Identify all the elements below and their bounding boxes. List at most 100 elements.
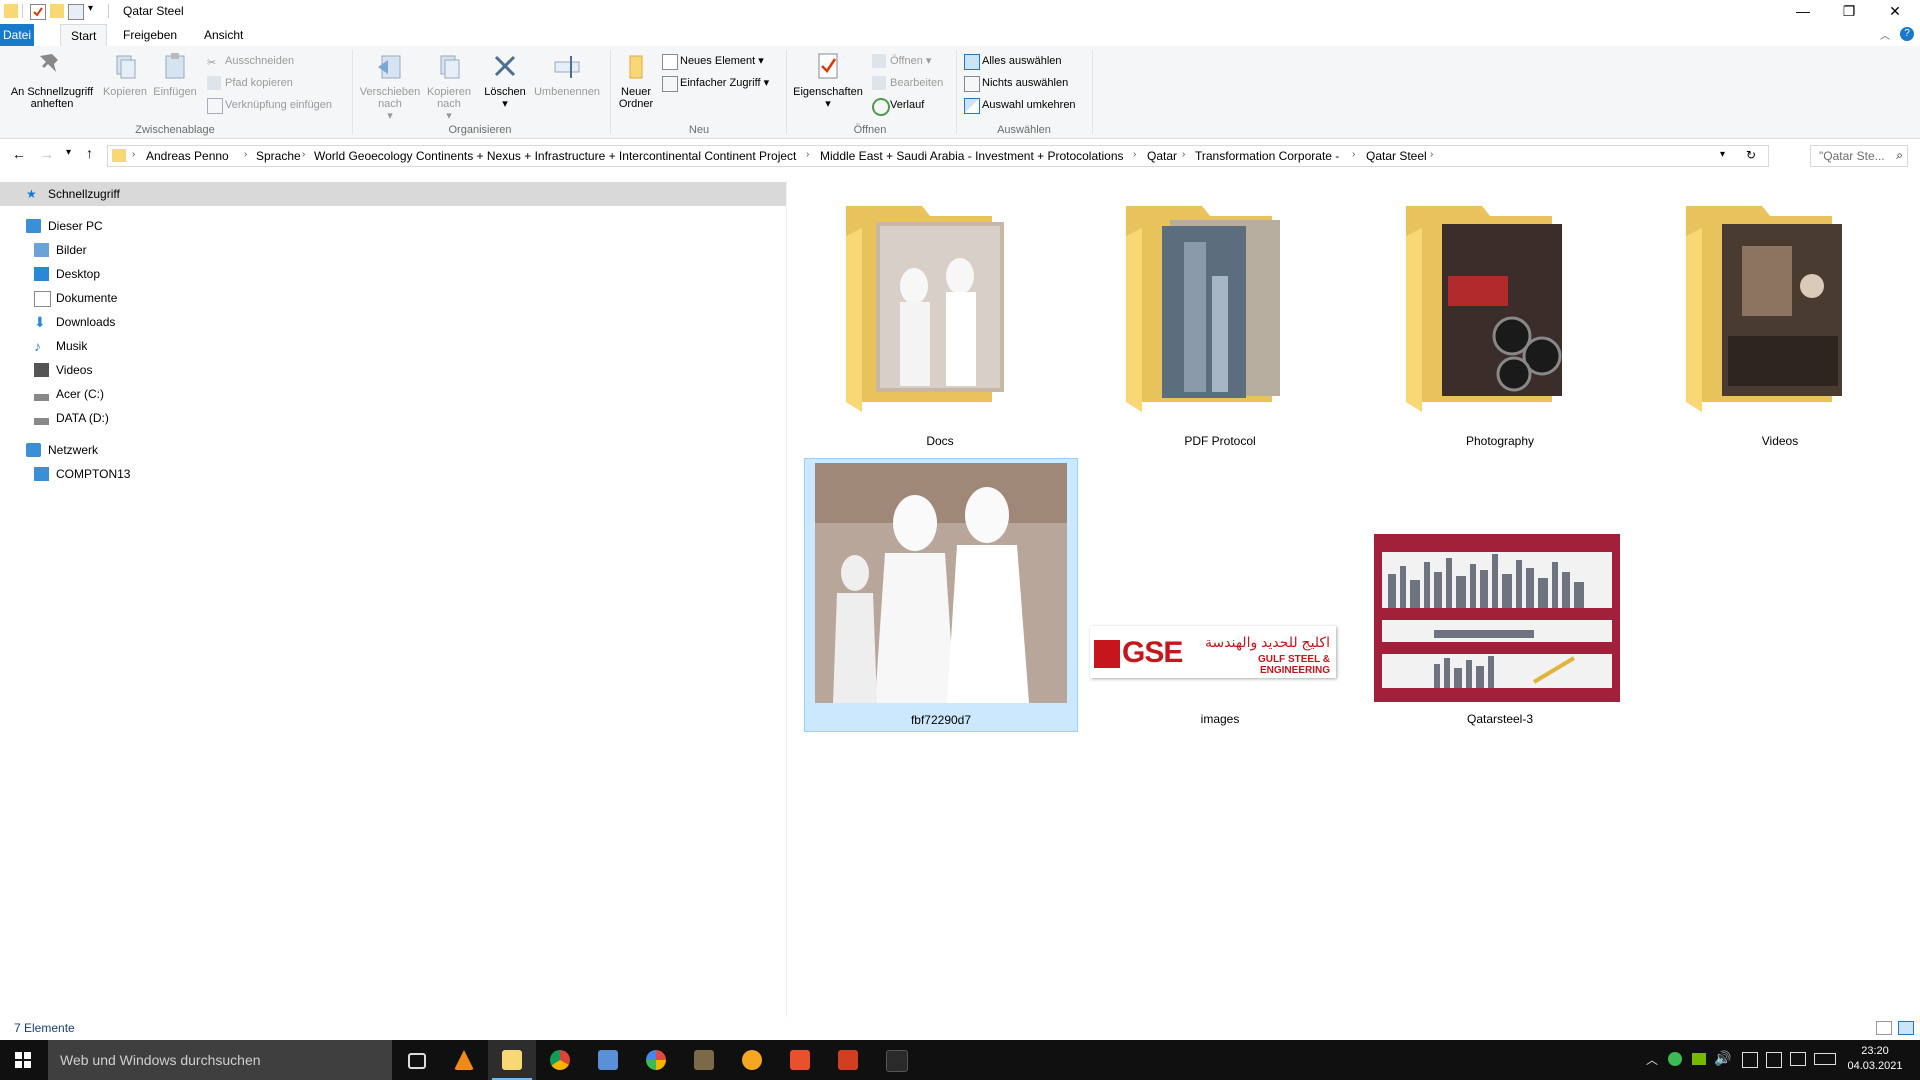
security-status-icon[interactable]: [1668, 1052, 1682, 1066]
breadcrumb-item[interactable]: Middle East + Saudi Arabia - Investment …: [820, 149, 1124, 163]
search-box[interactable]: "Qatar Ste... ⌕: [1810, 145, 1908, 167]
taskbar-app-explorer[interactable]: [488, 1040, 536, 1080]
invert-selection-icon: [964, 98, 980, 114]
display-icon[interactable]: [1766, 1052, 1782, 1068]
rename-button[interactable]: Umbenennen: [530, 50, 604, 98]
properties-button[interactable]: Eigenschaften ▾: [790, 50, 866, 110]
maximize-button[interactable]: ❐: [1826, 0, 1872, 24]
rename-label: Umbenennen: [533, 86, 601, 98]
dropdown-icon: ▾: [387, 110, 393, 122]
copy-path-button[interactable]: Pfad kopieren: [205, 74, 293, 92]
image-item-fbf72290d7[interactable]: fbf72290d7: [804, 458, 1078, 732]
tab-view[interactable]: Ansicht: [194, 24, 253, 46]
new-folder-quick-icon[interactable]: [50, 4, 64, 18]
pin-label: An Schnellzugriff anheften: [10, 86, 94, 110]
minimize-button[interactable]: —: [1780, 0, 1826, 24]
taskbar-search-box[interactable]: Web und Windows durchsuchen: [48, 1040, 392, 1080]
breadcrumb-item[interactable]: Qatar: [1147, 149, 1177, 163]
taskbar-app-chrome[interactable]: [536, 1040, 584, 1080]
copy-button[interactable]: Kopieren: [100, 50, 150, 98]
tab-start[interactable]: Start: [60, 24, 108, 47]
folder-item-photography[interactable]: Photography: [1364, 180, 1636, 452]
folder-item-videos[interactable]: Videos: [1644, 180, 1916, 452]
large-icons-view-icon[interactable]: [1898, 1021, 1914, 1035]
nav-label: Netzwerk: [48, 443, 99, 457]
move-to-button[interactable]: Verschieben nach ▾: [356, 50, 424, 122]
keyboard-icon[interactable]: [1814, 1053, 1836, 1065]
recent-locations-dropdown-icon[interactable]: ▾: [66, 147, 71, 158]
customize-quick-icon[interactable]: [68, 4, 84, 20]
taskbar-app-editor[interactable]: [824, 1040, 872, 1080]
help-icon[interactable]: ?: [1900, 27, 1914, 41]
notification-message-icon[interactable]: [1790, 1052, 1806, 1066]
select-all-icon: [964, 54, 980, 70]
copy-to-button[interactable]: Kopieren nach ▾: [424, 50, 474, 122]
back-arrow-icon[interactable]: ←: [12, 146, 26, 162]
show-hidden-icons-icon[interactable]: ︿: [1646, 1051, 1658, 1068]
breadcrumb-item[interactable]: World Geoecology Continents + Nexus + In…: [314, 149, 796, 163]
select-none-button[interactable]: Nichts auswählen: [962, 74, 1068, 92]
volume-icon[interactable]: 🔊: [1714, 1050, 1731, 1067]
forward-arrow-icon[interactable]: →: [40, 146, 54, 162]
taskbar-app-vlc[interactable]: [440, 1040, 488, 1080]
scissors-icon: ✂: [207, 57, 217, 69]
tab-file[interactable]: Datei: [0, 24, 34, 46]
history-button[interactable]: Verlauf: [870, 96, 924, 116]
easy-access-button[interactable]: Einfacher Zugriff ▾: [660, 74, 769, 92]
tab-share[interactable]: Freigeben: [113, 24, 187, 46]
nvidia-icon[interactable]: [1692, 1053, 1706, 1065]
collapse-ribbon-icon[interactable]: ︿: [1880, 27, 1890, 42]
delete-button[interactable]: Löschen ▾: [480, 50, 530, 110]
network-status-icon[interactable]: [1742, 1052, 1758, 1068]
refresh-icon[interactable]: ↻: [1746, 148, 1756, 162]
new-folder-button[interactable]: Neuer Ordner: [614, 50, 658, 110]
file-name: Photography: [1465, 434, 1535, 448]
invert-selection-button[interactable]: Auswahl umkehren: [962, 96, 1076, 114]
clock[interactable]: 23:20 04.03.2021: [1840, 1044, 1910, 1074]
ribbon-tabs: Datei Start Freigeben Ansicht ︿ ?: [0, 24, 1920, 47]
new-item-label: Neues Element: [680, 55, 756, 67]
navigation-pane: ★ Schnellzugriff Dieser PC Bilder Deskto…: [0, 180, 787, 1017]
breadcrumb-item[interactable]: Qatar Steel: [1366, 149, 1427, 163]
paste-shortcut-button[interactable]: Verknüpfung einfügen: [205, 96, 332, 114]
quick-access-dropdown-icon[interactable]: ▾: [88, 3, 93, 14]
file-name: Docs: [926, 434, 954, 448]
select-all-button[interactable]: Alles auswählen: [962, 52, 1062, 70]
paste-button[interactable]: Einfügen: [150, 50, 200, 98]
close-button[interactable]: ✕: [1872, 0, 1918, 24]
address-bar[interactable]: › Andreas Penno › Sprache › World Geoeco…: [107, 145, 1769, 167]
nav-label: Downloads: [56, 315, 116, 329]
taskbar-app-console[interactable]: [872, 1040, 920, 1080]
taskbar-app-photos[interactable]: [584, 1040, 632, 1080]
file-name: Qatarsteel-3: [1466, 712, 1534, 726]
group-separator: [786, 50, 787, 134]
edit-button[interactable]: Bearbeiten: [870, 74, 943, 92]
task-view-button[interactable]: [392, 1040, 440, 1080]
image-item-images[interactable]: GSE اكليج للحديد والهندسة GULF STEEL & E…: [1084, 458, 1356, 730]
details-view-icon[interactable]: [1876, 1021, 1892, 1035]
editor-icon: [838, 1050, 858, 1070]
breadcrumb-item[interactable]: Andreas Penno: [146, 149, 229, 163]
properties-quick-icon[interactable]: [30, 4, 46, 20]
pin-quick-access-button[interactable]: An Schnellzugriff anheften: [4, 50, 100, 110]
taskbar-app-camera[interactable]: [680, 1040, 728, 1080]
taskbar-app-media[interactable]: [728, 1040, 776, 1080]
address-dropdown-icon[interactable]: ▾: [1720, 149, 1725, 160]
breadcrumb-item[interactable]: Transformation Corporate -: [1195, 149, 1339, 163]
cut-button[interactable]: ✂ Ausschneiden: [205, 52, 294, 70]
image-thumbnail: [815, 463, 1067, 703]
new-item-button[interactable]: Neues Element ▾: [660, 52, 764, 70]
open-button[interactable]: Öffnen ▾: [870, 52, 931, 70]
folder-item-docs[interactable]: Docs: [804, 180, 1076, 452]
path-icon: [207, 76, 221, 90]
nav-label: DATA (D:): [56, 411, 109, 425]
up-arrow-icon[interactable]: ↑: [86, 145, 93, 161]
start-button[interactable]: [0, 1040, 48, 1080]
taskbar-app-picasa[interactable]: [632, 1040, 680, 1080]
image-item-qatarsteel-3[interactable]: Qatarsteel-3: [1364, 458, 1636, 730]
folder-item-pdf-protocol[interactable]: PDF Protocol: [1084, 180, 1356, 452]
breadcrumb-item[interactable]: Sprache: [256, 149, 301, 163]
taskbar-app-paint[interactable]: [776, 1040, 824, 1080]
photos-icon: [598, 1050, 618, 1070]
chevron-right-icon: ›: [1182, 149, 1186, 160]
